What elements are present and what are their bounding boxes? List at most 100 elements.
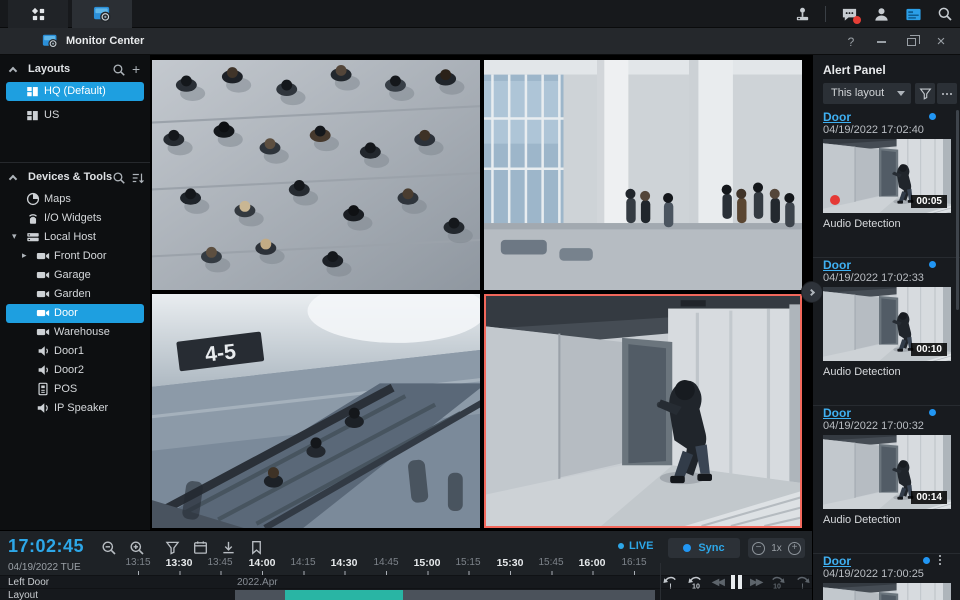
alert-thumbnail[interactable]: 00:14 bbox=[823, 435, 951, 509]
expand-arrow-icon[interactable]: ▸ bbox=[22, 250, 27, 261]
device-item-garden[interactable]: Garden bbox=[6, 285, 144, 304]
timeline-bar: 17:02:45 04/19/2022 TUE LIVE Sync − 1x +… bbox=[0, 530, 812, 600]
devices-section-header[interactable]: Devices & Tools bbox=[0, 168, 150, 188]
window-titlebar: Monitor Center ? × bbox=[0, 28, 960, 55]
timeline-zoom-out-icon[interactable] bbox=[100, 539, 117, 556]
layouts-section-header[interactable]: Layouts + bbox=[0, 60, 150, 80]
restore-button[interactable] bbox=[904, 35, 918, 49]
layout-item-us[interactable]: US bbox=[6, 106, 144, 125]
pause-button[interactable] bbox=[731, 575, 742, 589]
layouts-search-icon[interactable] bbox=[112, 63, 126, 77]
alert-item[interactable]: Door 04/19/2022 17:02:33 00:10 Audio Det… bbox=[813, 258, 960, 406]
expand-arrow-icon[interactable]: ▾ bbox=[12, 231, 17, 242]
speed-increase-button[interactable]: + bbox=[788, 542, 801, 555]
device-item-garage[interactable]: Garage bbox=[6, 266, 144, 285]
help-button[interactable]: ? bbox=[844, 35, 858, 49]
chevron-down-icon bbox=[897, 91, 905, 96]
minimize-button[interactable] bbox=[874, 35, 888, 49]
timeline-bookmark-icon[interactable] bbox=[248, 539, 265, 556]
live-indicator[interactable]: LIVE bbox=[618, 540, 653, 552]
alert-timestamp: 04/19/2022 17:02:40 bbox=[823, 124, 924, 136]
alert-scope-dropdown[interactable]: This layout bbox=[823, 83, 911, 104]
notifications-icon[interactable] bbox=[840, 5, 858, 23]
alert-item[interactable]: Door 04/19/2022 17:00:25 bbox=[813, 554, 960, 600]
io-widgets-icon bbox=[26, 211, 40, 225]
camera-tile-overhead-crowd[interactable] bbox=[152, 60, 480, 290]
timeline-calendar-icon[interactable] bbox=[192, 539, 209, 556]
camera-tile-door-selected[interactable] bbox=[484, 294, 802, 528]
tick-label: 14:00 bbox=[242, 557, 282, 569]
alert-event-type: Audio Detection bbox=[823, 514, 901, 526]
taskbar-surveillance-tab[interactable] bbox=[72, 0, 132, 28]
alert-thumbnail[interactable]: 00:10 bbox=[823, 287, 951, 361]
device-item-door1[interactable]: Door1 bbox=[6, 342, 144, 361]
sync-dot-icon bbox=[683, 544, 691, 552]
device-item-front-door[interactable]: ▸ Front Door bbox=[6, 247, 144, 266]
rewind-10s-button[interactable] bbox=[687, 574, 704, 591]
chevron-right-icon bbox=[807, 288, 814, 295]
device-item-label: POS bbox=[54, 383, 77, 395]
search-icon[interactable] bbox=[936, 5, 954, 23]
widgets-icon[interactable] bbox=[904, 5, 922, 23]
alert-panel-collapse-button[interactable] bbox=[801, 281, 823, 303]
alert-filter-button[interactable] bbox=[915, 83, 935, 104]
recording-segment[interactable] bbox=[285, 590, 403, 600]
timeline-zoom-in-icon[interactable] bbox=[128, 539, 145, 556]
maps-icon bbox=[26, 192, 40, 206]
fast-forward-button[interactable]: ▶▶ bbox=[750, 577, 761, 588]
user-icon[interactable] bbox=[872, 5, 890, 23]
forward-10s-button[interactable] bbox=[769, 574, 786, 591]
add-layout-icon[interactable]: + bbox=[132, 61, 140, 77]
timeline-filter-icon[interactable] bbox=[164, 539, 181, 556]
layout-item-hq[interactable]: HQ (Default) bbox=[6, 82, 144, 101]
devices-search-icon[interactable] bbox=[112, 171, 126, 185]
alert-panel-scrollbar[interactable] bbox=[956, 110, 959, 310]
device-item-door2[interactable]: Door2 bbox=[6, 361, 144, 380]
unread-dot bbox=[929, 409, 936, 416]
close-button[interactable]: × bbox=[934, 35, 948, 49]
previous-event-button[interactable] bbox=[662, 574, 679, 591]
device-item-io-widgets[interactable]: I/O Widgets bbox=[6, 209, 144, 228]
timeline-download-icon[interactable] bbox=[220, 539, 237, 556]
device-item-maps[interactable]: Maps bbox=[6, 190, 144, 209]
alert-menu-icon[interactable] bbox=[939, 555, 941, 565]
tick-label: 16:00 bbox=[572, 557, 612, 569]
camera-icon bbox=[36, 268, 50, 282]
device-item-ip-speaker[interactable]: IP Speaker bbox=[6, 399, 144, 418]
rewind-button[interactable]: ◀◀ bbox=[712, 577, 723, 588]
layout-item-label: HQ (Default) bbox=[44, 85, 106, 97]
device-item-pos[interactable]: POS bbox=[6, 380, 144, 399]
alert-camera-link[interactable]: Door bbox=[823, 110, 851, 124]
collapse-chevron-icon bbox=[9, 175, 17, 183]
camera-tile-lobby[interactable] bbox=[484, 60, 802, 290]
tick-label: 14:30 bbox=[324, 557, 364, 569]
camera-tile-escalator[interactable] bbox=[152, 294, 480, 528]
speed-decrease-button[interactable]: − bbox=[752, 542, 765, 555]
recording-bar[interactable] bbox=[235, 590, 655, 600]
tick-label: 14:45 bbox=[366, 557, 406, 568]
alert-camera-link[interactable]: Door bbox=[823, 258, 851, 272]
device-item-label: Door bbox=[54, 307, 78, 319]
device-item-door[interactable]: Door bbox=[6, 304, 144, 323]
taskbar bbox=[0, 0, 960, 28]
alert-more-button[interactable] bbox=[937, 83, 957, 104]
current-time: 17:02:45 bbox=[8, 536, 84, 557]
alert-item[interactable]: Door 04/19/2022 17:00:32 00:14 Audio Det… bbox=[813, 406, 960, 554]
layouts-title: Layouts bbox=[28, 63, 70, 75]
device-item-label: Maps bbox=[44, 193, 71, 205]
alert-camera-link[interactable]: Door bbox=[823, 554, 851, 568]
device-item-local-host[interactable]: ▾ Local Host bbox=[6, 228, 144, 247]
alert-item[interactable]: Door 04/19/2022 17:02:40 00:05 Audio Det… bbox=[813, 110, 960, 258]
alert-camera-link[interactable]: Door bbox=[823, 406, 851, 420]
device-item-warehouse[interactable]: Warehouse bbox=[6, 323, 144, 342]
alert-thumbnail[interactable]: 00:05 bbox=[823, 139, 951, 213]
sidebar-divider bbox=[0, 162, 150, 163]
resource-monitor-icon[interactable] bbox=[793, 5, 811, 23]
sync-toggle-button[interactable]: Sync bbox=[668, 538, 740, 558]
alert-thumbnail[interactable] bbox=[823, 583, 951, 600]
device-item-label: Door2 bbox=[54, 364, 84, 376]
next-event-button[interactable] bbox=[794, 574, 811, 591]
taskbar-main-menu-tab[interactable] bbox=[8, 0, 68, 28]
tick-label: 13:45 bbox=[200, 557, 240, 568]
devices-sort-icon[interactable] bbox=[131, 171, 145, 185]
